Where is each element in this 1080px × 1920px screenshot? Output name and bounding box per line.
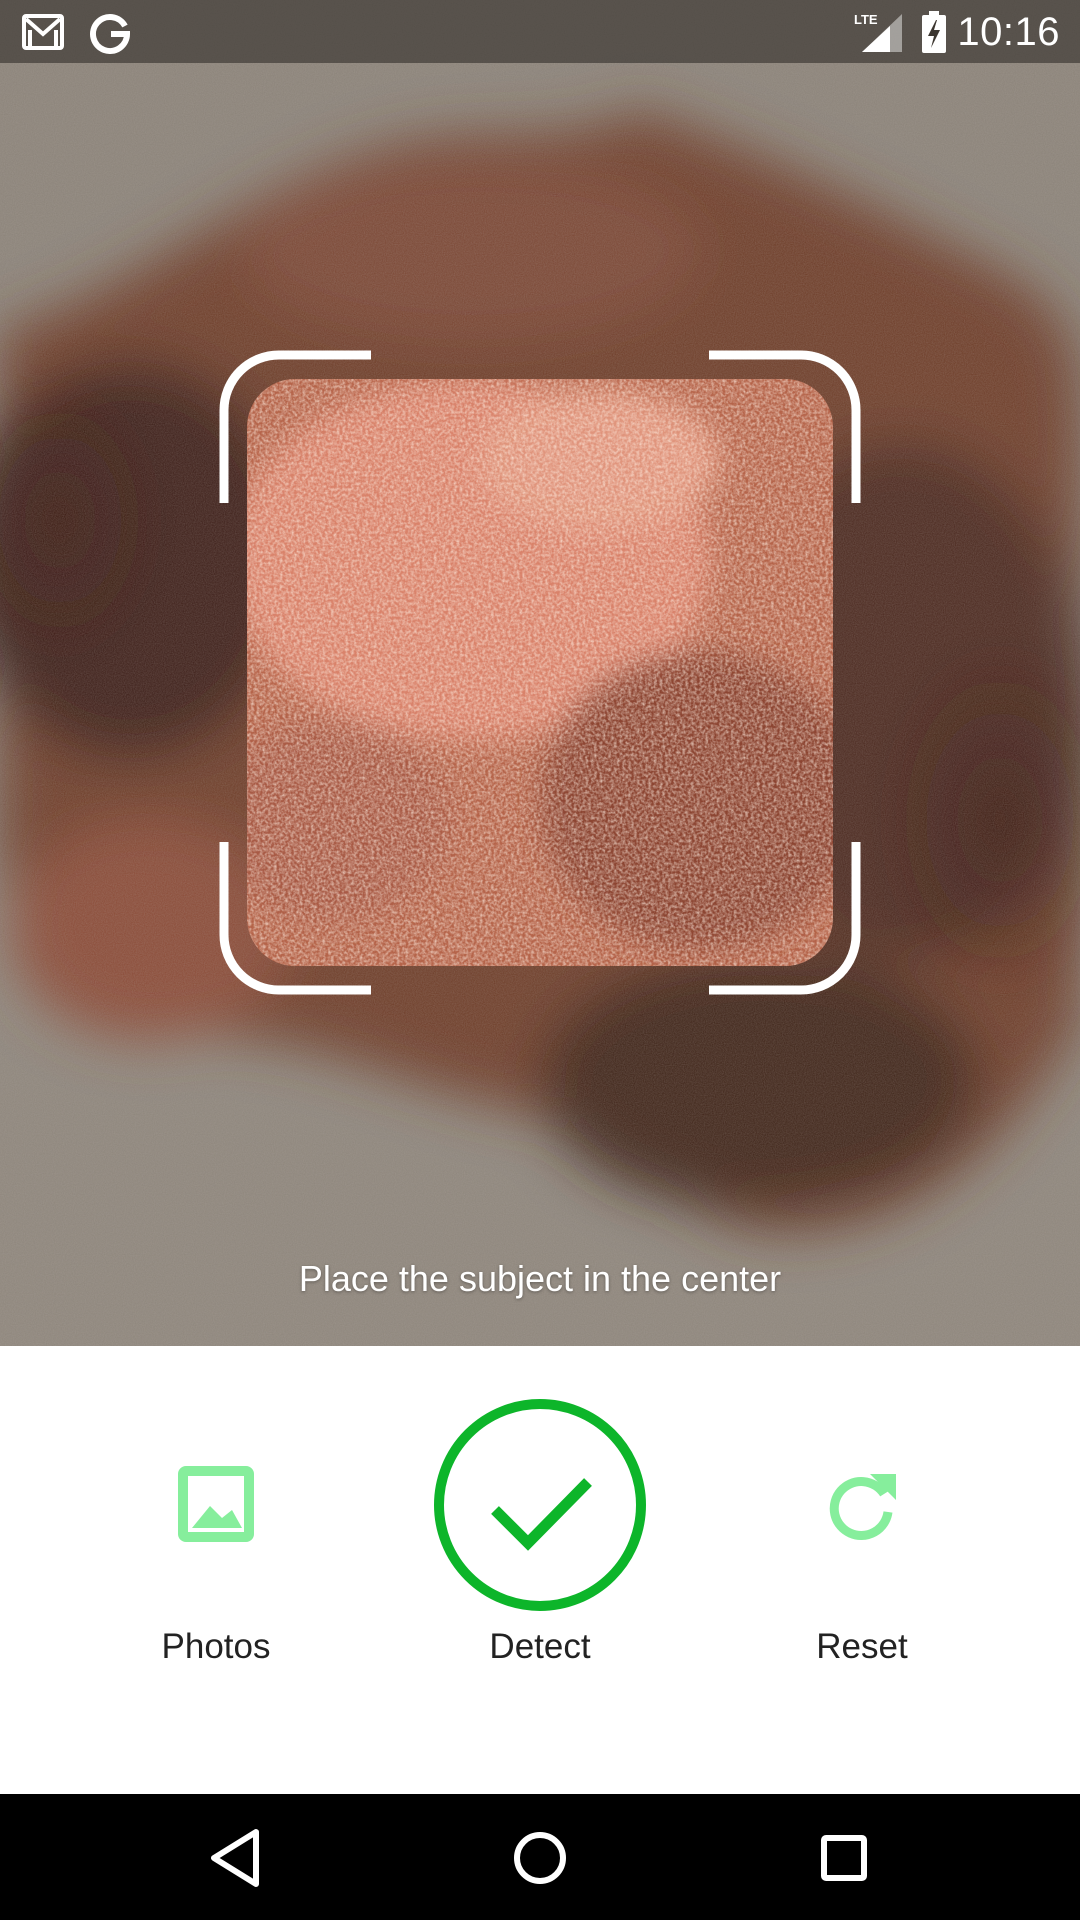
action-panel: Photos Detect Reset: [0, 1346, 1080, 1794]
scan-frame: [219, 350, 861, 995]
placement-hint: Place the subject in the center: [298, 1258, 782, 1299]
frame-corner-top-left: [219, 350, 371, 503]
home-icon[interactable]: [504, 1822, 576, 1894]
refresh-icon: [829, 1474, 896, 1540]
checkmark-icon: [434, 1399, 646, 1611]
reset-label: Reset: [816, 1627, 908, 1666]
image-icon: [178, 1466, 254, 1542]
recents-icon[interactable]: [808, 1822, 880, 1894]
frame-corner-bottom-right: [709, 842, 861, 995]
photos-label: Photos: [161, 1627, 271, 1666]
status-time: 10:16: [957, 10, 1060, 54]
gmail-icon: [22, 14, 64, 50]
photos-button[interactable]: Photos: [66, 1346, 366, 1686]
status-bar: LTE 10:16: [0, 0, 1080, 63]
camera-preview[interactable]: Place the subject in the center: [0, 0, 1080, 1346]
battery-charging-icon: [922, 11, 946, 53]
signal-icon: LTE: [854, 12, 902, 52]
back-icon[interactable]: [200, 1822, 272, 1894]
google-icon: [90, 14, 131, 54]
frame-corner-top-right: [709, 350, 861, 503]
detect-button[interactable]: Detect: [390, 1346, 690, 1686]
lte-label: LTE: [854, 12, 878, 27]
frame-corner-bottom-left: [219, 842, 371, 995]
detect-label: Detect: [489, 1627, 591, 1666]
navigation-bar: [0, 1794, 1080, 1920]
reset-button[interactable]: Reset: [712, 1346, 1012, 1686]
